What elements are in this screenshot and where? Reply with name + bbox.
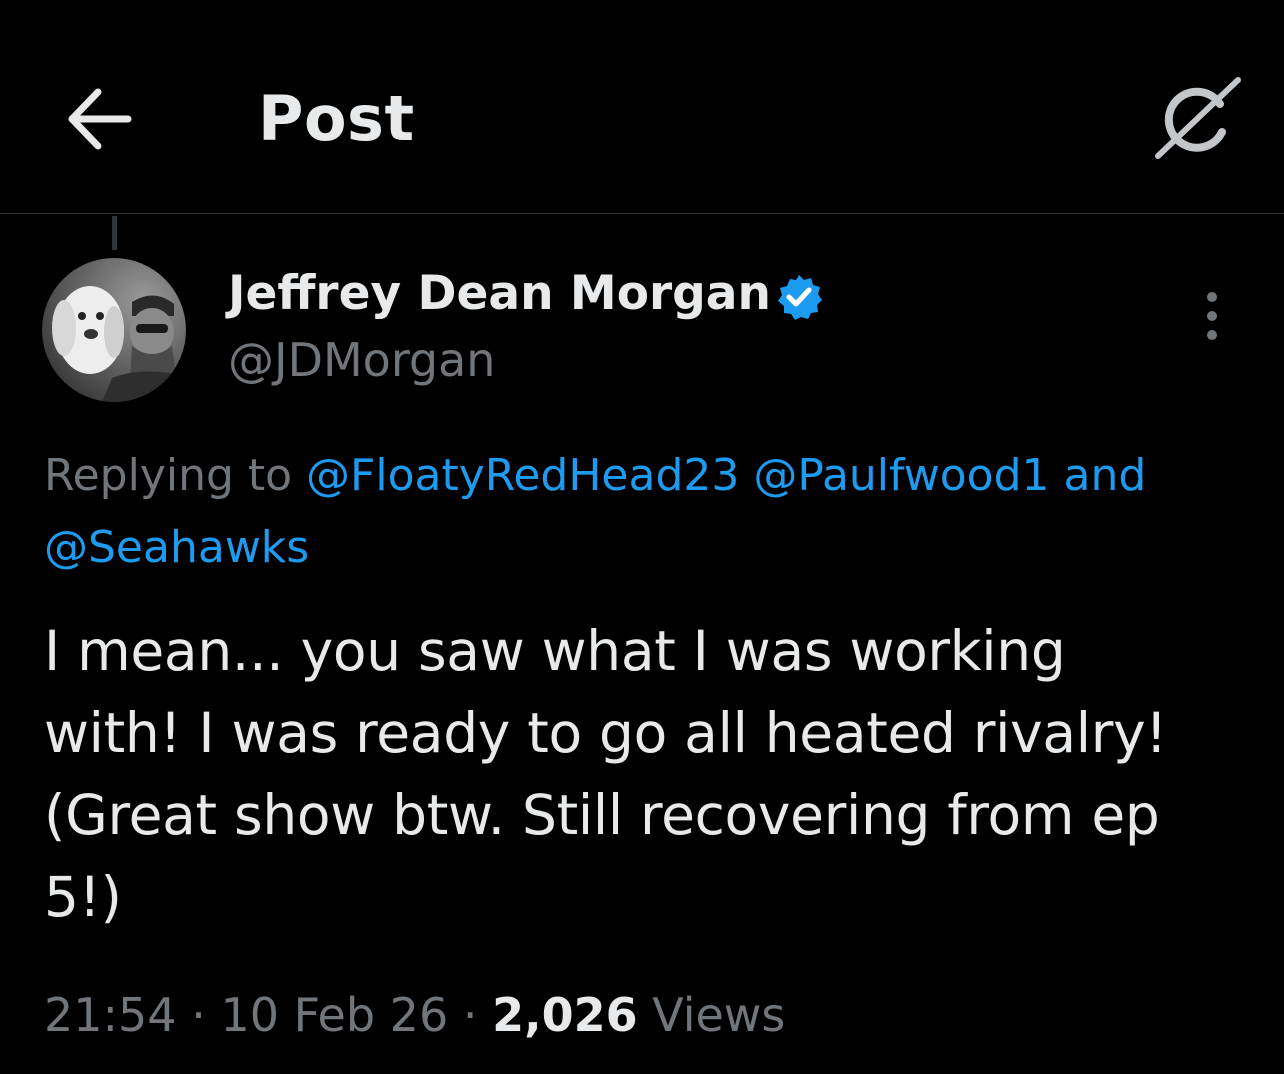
back-button[interactable] <box>62 82 136 156</box>
thread-connector-line <box>112 216 117 250</box>
replying-to: Replying to @FloatyRedHead23 @Paulfwood1… <box>44 440 1274 584</box>
author-handle[interactable]: @JDMorgan <box>228 330 495 390</box>
mention-link[interactable]: @FloatyRedHead23 <box>306 450 739 501</box>
post-meta: 21:54 · 10 Feb 26 · 2,026 Views <box>44 982 785 1048</box>
mention-link[interactable]: @Seahawks <box>44 522 309 573</box>
replying-to-label: Replying to <box>44 450 307 501</box>
avatar-photo <box>42 258 186 402</box>
views-count[interactable]: 2,026 <box>492 988 638 1042</box>
grok-icon <box>1155 77 1241 159</box>
avatar[interactable] <box>42 258 186 402</box>
more-vertical-icon <box>1207 292 1217 340</box>
post-date[interactable]: 10 Feb 26 <box>220 988 448 1042</box>
verified-badge-icon <box>774 272 824 322</box>
page-title: Post <box>258 82 415 155</box>
meta-separator: · <box>462 988 478 1042</box>
author-name[interactable]: Jeffrey Dean Morgan <box>228 262 771 326</box>
top-bar: Post <box>0 0 1284 214</box>
grok-button[interactable] <box>1150 74 1246 164</box>
mention-link[interactable]: @Paulfwood1 <box>753 450 1049 501</box>
post-time[interactable]: 21:54 <box>44 988 177 1042</box>
post-text: I mean... you saw what I was working wit… <box>44 619 1168 929</box>
more-options-button[interactable] <box>1190 290 1234 342</box>
mention-and[interactable]: and <box>1064 450 1147 501</box>
meta-separator: · <box>191 988 206 1042</box>
arrow-left-icon <box>68 88 132 150</box>
views-label[interactable]: Views <box>652 988 785 1042</box>
